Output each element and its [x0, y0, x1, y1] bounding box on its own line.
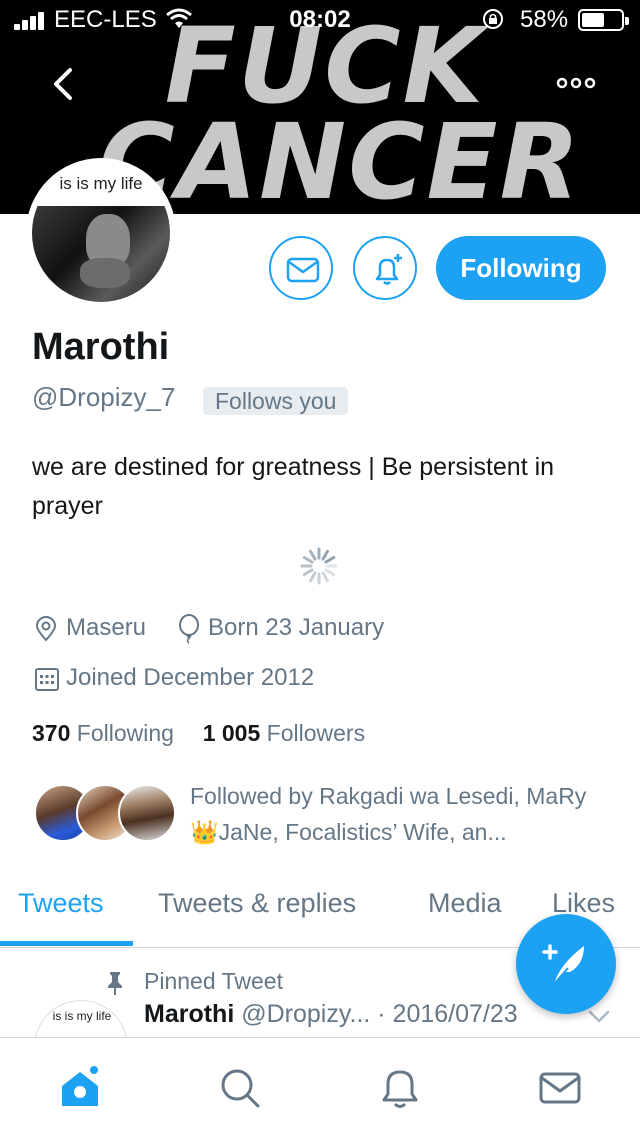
tab-tweets-and-replies[interactable]: Tweets & replies — [158, 888, 356, 919]
pin-icon — [108, 972, 122, 995]
profile-joined: Joined December 2012 — [66, 664, 315, 691]
profile-avatar[interactable]: is is my life — [26, 158, 176, 308]
avatar-photo — [32, 206, 170, 302]
follow-stats: 370 Following 1 005 Followers — [32, 720, 365, 747]
chevron-down-icon[interactable] — [588, 1010, 610, 1024]
envelope-icon — [286, 257, 320, 283]
bottom-navigation — [0, 1037, 640, 1136]
profile-name: Marothi — [32, 326, 170, 368]
avatar — [118, 784, 176, 842]
bell-plus-icon — [375, 254, 402, 285]
tweet-header[interactable]: Marothi @Dropizy... · 2016/07/23 — [144, 1000, 518, 1029]
following-count: 370 — [32, 720, 71, 746]
following-button[interactable]: Following — [436, 236, 606, 300]
balloon-icon — [179, 614, 199, 644]
profile-location: Maseru — [66, 614, 147, 641]
followers-link[interactable]: 1 005 Followers — [203, 720, 365, 746]
tab-tweets[interactable]: Tweets — [18, 888, 104, 919]
profile-handle: @Dropizy_7 — [32, 382, 176, 412]
following-link[interactable]: 370 Following — [32, 720, 174, 746]
tweet-handle-date: @Dropizy... · 2016/07/23 — [241, 1000, 518, 1028]
tweet-author-name: Marothi — [144, 1000, 235, 1028]
follows-you-badge: Follows you — [203, 387, 349, 415]
profile-bio: we are destined for greatness | Be persi… — [32, 453, 555, 520]
battery-percent: 58% — [520, 6, 569, 33]
compose-tweet-button[interactable] — [516, 914, 616, 1014]
pinned-tweet-label: Pinned Tweet — [144, 968, 283, 994]
orientation-lock-icon — [483, 9, 503, 29]
followers-label: Followers — [266, 720, 366, 746]
followed-by-text[interactable]: Followed by Rakgadi wa Lesedi, MaRy👑JaNe… — [190, 778, 610, 850]
notifications-toggle-button[interactable] — [353, 236, 417, 300]
battery-icon — [578, 9, 629, 31]
mutual-followers-avatars[interactable] — [34, 784, 176, 844]
more-horizontal-icon — [556, 77, 596, 89]
message-button[interactable] — [269, 236, 333, 300]
followers-count: 1 005 — [202, 720, 261, 746]
tweet-avatar-caption: is is my life — [52, 1009, 112, 1023]
avatar-caption: is is my life — [59, 174, 143, 193]
location-icon — [35, 616, 57, 642]
loading-spinner-icon — [300, 547, 338, 585]
profile-birthday: Born 23 January — [208, 614, 385, 641]
following-label: Following — [76, 720, 174, 746]
calendar-icon — [35, 668, 59, 691]
more-options-button[interactable] — [552, 68, 600, 98]
compose-tweet-icon — [542, 944, 584, 985]
notifications-icon[interactable] — [378, 1066, 422, 1110]
search-icon[interactable] — [218, 1066, 262, 1110]
tab-media[interactable]: Media — [428, 888, 502, 919]
home-icon[interactable] — [58, 1066, 102, 1110]
chevron-left-icon — [54, 68, 72, 100]
active-tab-indicator — [0, 941, 133, 946]
messages-icon[interactable] — [538, 1066, 582, 1110]
status-bar: EEC-LES 08:02 58% — [0, 0, 640, 40]
back-button[interactable] — [44, 62, 84, 106]
